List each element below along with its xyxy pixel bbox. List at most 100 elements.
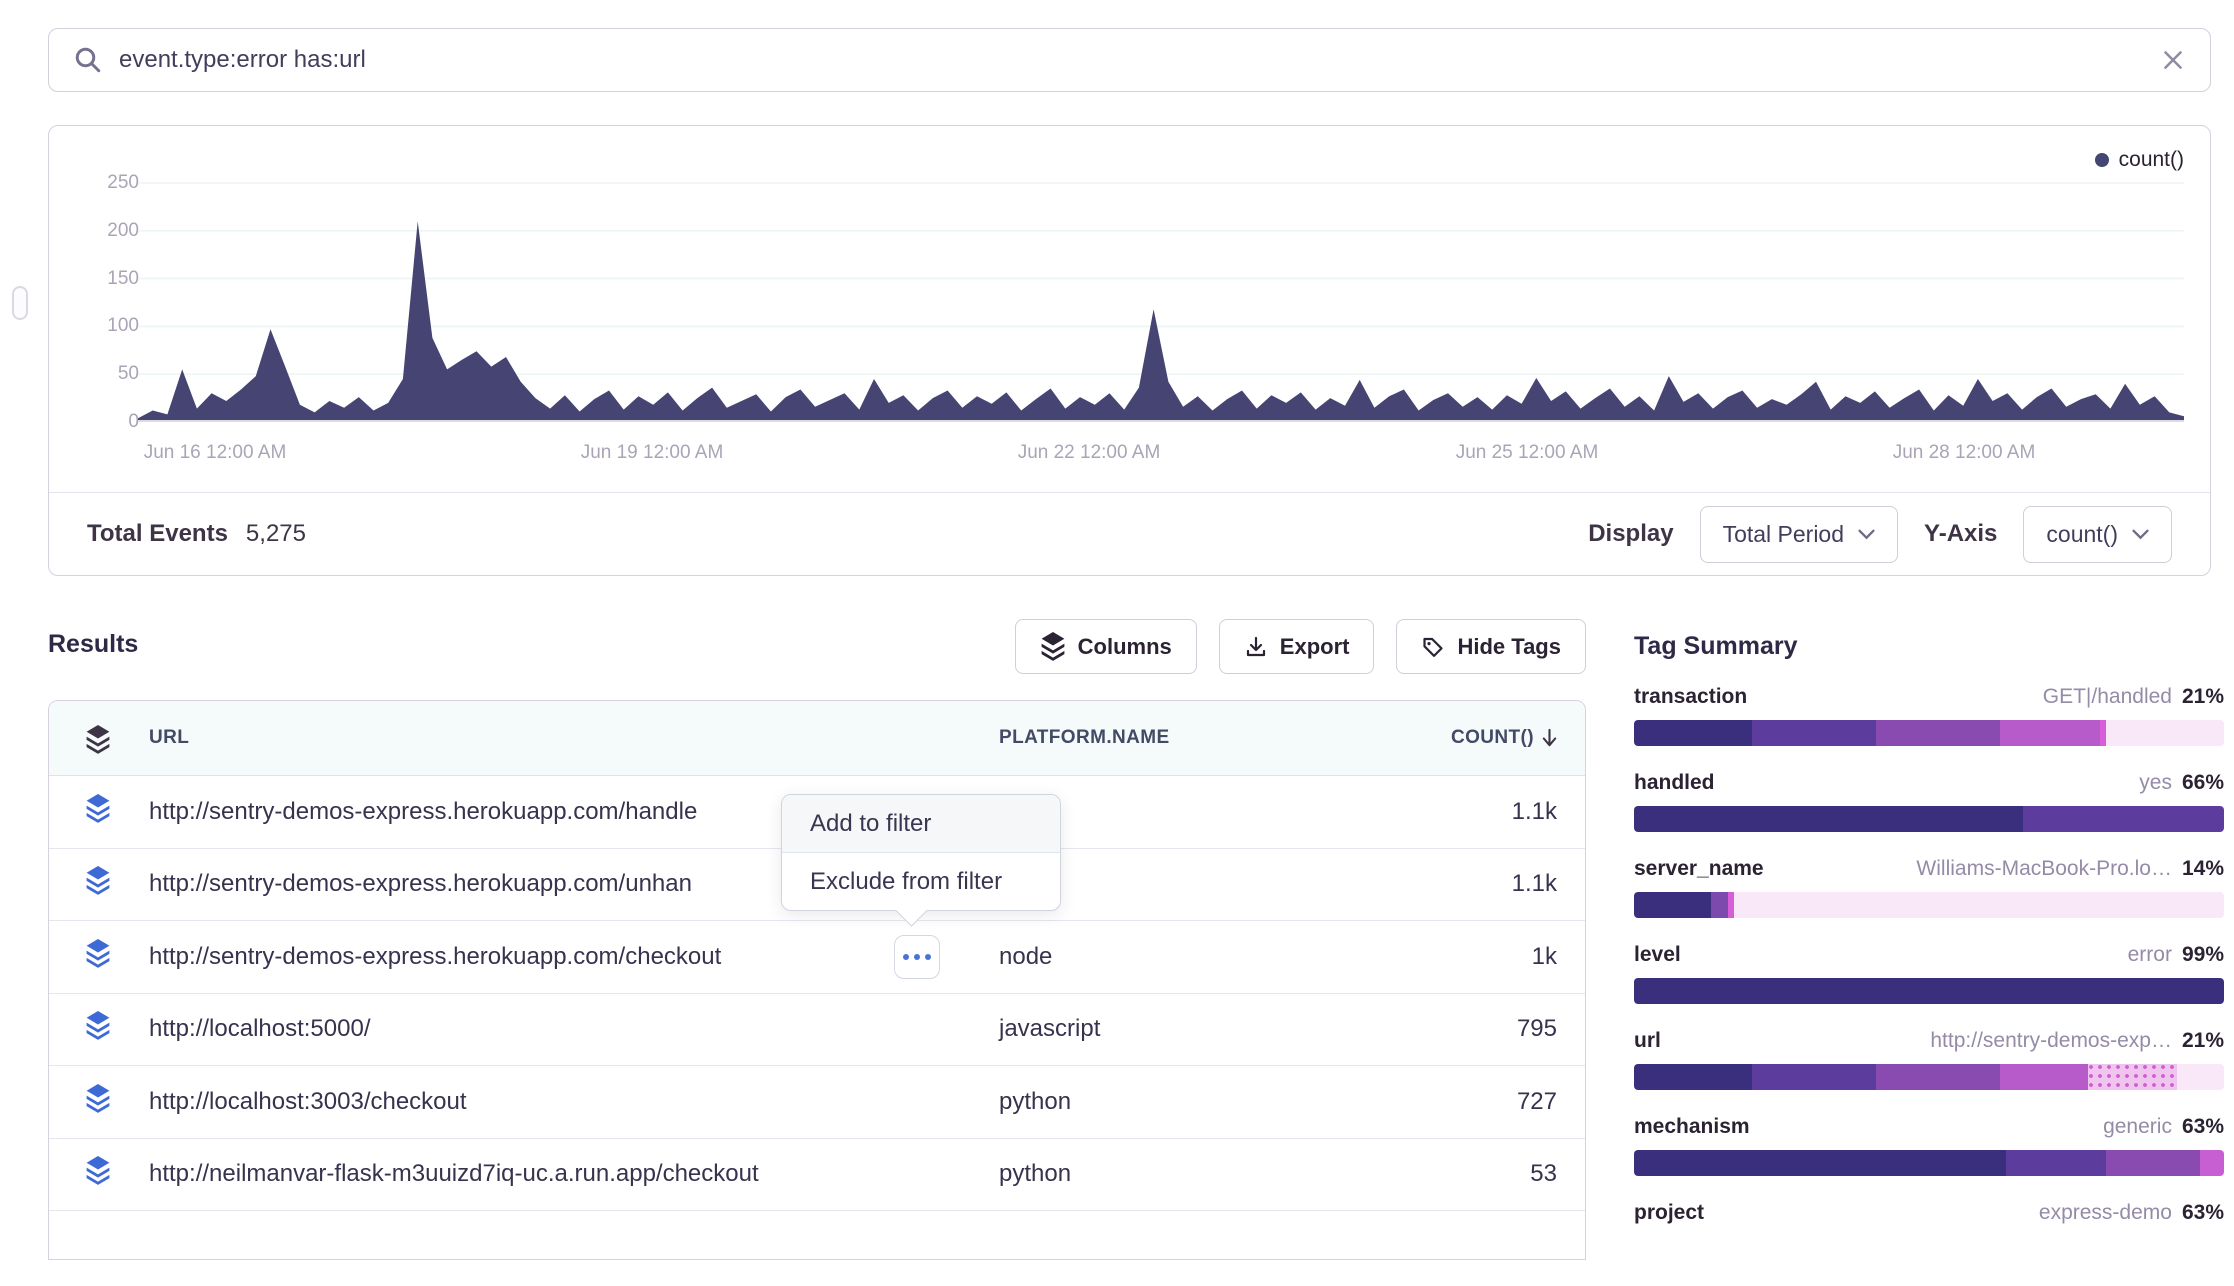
tag-head: handledyes66% bbox=[1634, 770, 2224, 796]
chart-footer: Total Events 5,275 Display Total Period … bbox=[49, 492, 2210, 575]
add-to-filter-menu-item[interactable]: Add to filter bbox=[782, 795, 1060, 853]
project-stack-icon bbox=[85, 1156, 111, 1192]
count-cell[interactable]: 795 bbox=[1517, 1015, 1557, 1043]
platform-cell[interactable]: python bbox=[999, 1088, 1071, 1116]
count-cell[interactable]: 1k bbox=[1532, 943, 1557, 971]
project-stack-icon bbox=[85, 1011, 111, 1047]
tag-head: urlhttp://sentry-demos-exp…21% bbox=[1634, 1028, 2224, 1054]
bar-segment bbox=[2000, 1064, 2089, 1090]
table-row[interactable]: http://localhost:3003/checkout python 727 bbox=[49, 1066, 1585, 1139]
platform-cell[interactable]: javascript bbox=[999, 1015, 1100, 1043]
tag-percent: 21% bbox=[2182, 1028, 2224, 1054]
row-actions-button[interactable] bbox=[894, 935, 940, 979]
tag-percent: 21% bbox=[2182, 684, 2224, 710]
project-stack-icon bbox=[85, 794, 111, 830]
bar-segment bbox=[1634, 1150, 2006, 1176]
y-axis-tick: 200 bbox=[69, 220, 139, 242]
tag-value-wrap: error99% bbox=[2128, 942, 2224, 968]
tag-head: project express-demo63% bbox=[1634, 1200, 2224, 1226]
url-cell[interactable]: http://sentry-demos-express.herokuapp.co… bbox=[149, 870, 692, 898]
platform-cell[interactable]: python bbox=[999, 1160, 1071, 1188]
search-input[interactable]: event.type:error has:url bbox=[119, 46, 2144, 74]
column-header-count[interactable]: COUNT() bbox=[1451, 727, 1559, 750]
url-cell[interactable]: http://localhost:5000/ bbox=[149, 1015, 370, 1043]
tag-distribution-bar[interactable] bbox=[1634, 978, 2224, 1004]
display-dropdown[interactable]: Total Period bbox=[1700, 506, 1898, 563]
tag-summary-item: urlhttp://sentry-demos-exp…21% bbox=[1634, 1028, 2224, 1114]
tag-distribution-bar[interactable] bbox=[1634, 1236, 2224, 1262]
tag-name: server_name bbox=[1634, 856, 1764, 882]
tag-distribution-bar[interactable] bbox=[1634, 1064, 2224, 1090]
stack-icon bbox=[85, 1011, 111, 1040]
column-header-platform[interactable]: PLATFORM.NAME bbox=[999, 727, 1170, 749]
total-events-label: Total Events bbox=[87, 520, 228, 548]
count-cell[interactable]: 1.1k bbox=[1512, 870, 1557, 898]
events-area-chart bbox=[138, 161, 2184, 422]
sidebar-collapse-handle[interactable] bbox=[12, 286, 28, 320]
tag-distribution-bar[interactable] bbox=[1634, 892, 2224, 918]
url-cell[interactable]: http://localhost:3003/checkout bbox=[149, 1088, 467, 1116]
button-label: Export bbox=[1280, 634, 1350, 660]
columns-button[interactable]: Columns bbox=[1015, 619, 1197, 674]
table-row[interactable]: http://neilmanvar-flask-m3uuizd7iq-uc.a.… bbox=[49, 1139, 1585, 1212]
export-button[interactable]: Export bbox=[1219, 619, 1375, 674]
tag-head: transaction GET|/handled 21% bbox=[1634, 684, 2224, 710]
table-header-row: URL PLATFORM.NAME COUNT() bbox=[49, 701, 1585, 776]
chevron-down-icon bbox=[2132, 529, 2149, 540]
tag-distribution-bar[interactable] bbox=[1634, 1150, 2224, 1176]
clear-search-icon[interactable] bbox=[2160, 47, 2186, 73]
count-cell[interactable]: 53 bbox=[1530, 1160, 1557, 1188]
tag-name: handled bbox=[1634, 770, 1715, 796]
tag-name: project bbox=[1634, 1200, 1704, 1226]
bar-segment bbox=[1634, 978, 2224, 1004]
count-cell[interactable]: 1.1k bbox=[1512, 798, 1557, 826]
bar-segment bbox=[1711, 892, 1729, 918]
y-axis-dropdown-value: count() bbox=[2046, 521, 2118, 548]
stack-icon bbox=[85, 725, 111, 754]
tag-distribution-bar[interactable] bbox=[1634, 806, 2224, 832]
url-cell[interactable]: http://sentry-demos-express.herokuapp.co… bbox=[149, 943, 721, 971]
url-cell[interactable]: http://neilmanvar-flask-m3uuizd7iq-uc.a.… bbox=[149, 1160, 759, 1188]
stack-icon bbox=[85, 939, 111, 968]
count-cell[interactable]: 727 bbox=[1517, 1088, 1557, 1116]
hide-tags-button[interactable]: Hide Tags bbox=[1396, 619, 1586, 674]
tag-top-value: http://sentry-demos-exp… bbox=[1930, 1028, 2172, 1054]
tag-summary-item: server_nameWilliams-MacBook-Pro.lo…14% bbox=[1634, 856, 2224, 942]
button-label: Hide Tags bbox=[1457, 634, 1561, 660]
tag-summary-item: handledyes66% bbox=[1634, 770, 2224, 856]
tag-value-wrap: express-demo63% bbox=[2039, 1200, 2224, 1226]
bar-segment bbox=[1752, 720, 1876, 746]
y-axis-dropdown[interactable]: count() bbox=[2023, 506, 2172, 563]
tag-top-value: GET|/handled bbox=[2043, 684, 2172, 710]
tag-summary-panel: Tag Summary transactionGET|/handled21%ha… bbox=[1634, 632, 2224, 661]
tag-name: level bbox=[1634, 942, 1681, 968]
bar-segment bbox=[1634, 806, 2023, 832]
tag-name: transaction bbox=[1634, 684, 1747, 710]
tag-value-wrap: http://sentry-demos-exp… 21% bbox=[1930, 1028, 2224, 1054]
bar-segment bbox=[1752, 1064, 1876, 1090]
count-series-area bbox=[138, 221, 2184, 422]
y-axis-tick: 50 bbox=[69, 363, 139, 385]
tag-distribution-bar[interactable] bbox=[1634, 720, 2224, 746]
table-row[interactable]: http://sentry-demos-express.herokuapp.co… bbox=[49, 921, 1585, 994]
search-icon bbox=[73, 45, 103, 75]
stack-icon bbox=[1040, 632, 1066, 661]
display-label: Display bbox=[1588, 520, 1673, 548]
column-header-url[interactable]: URL bbox=[149, 727, 189, 749]
platform-cell[interactable]: node bbox=[999, 943, 1052, 971]
y-axis-tick: 250 bbox=[69, 172, 139, 194]
url-cell[interactable]: http://sentry-demos-express.herokuapp.co… bbox=[149, 798, 697, 826]
tag-value-wrap: generic63% bbox=[2103, 1114, 2224, 1140]
x-axis-tick: Jun 22 12:00 AM bbox=[969, 442, 1209, 464]
tag-top-value: Williams-MacBook-Pro.lo… bbox=[1916, 856, 2172, 882]
stack-icon bbox=[85, 1084, 111, 1113]
bar-segment bbox=[2200, 1150, 2224, 1176]
y-axis-tick: 100 bbox=[69, 315, 139, 337]
table-row[interactable]: http://localhost:5000/javascript 795 bbox=[49, 994, 1585, 1067]
bar-segment bbox=[2106, 1150, 2200, 1176]
bar-segment bbox=[2023, 806, 2224, 832]
sort-desc-arrow-icon bbox=[1540, 727, 1559, 750]
exclude-from-filter-menu-item[interactable]: Exclude from filter bbox=[782, 853, 1060, 910]
search-bar[interactable]: event.type:error has:url bbox=[48, 28, 2211, 92]
bar-segment bbox=[1634, 720, 1752, 746]
